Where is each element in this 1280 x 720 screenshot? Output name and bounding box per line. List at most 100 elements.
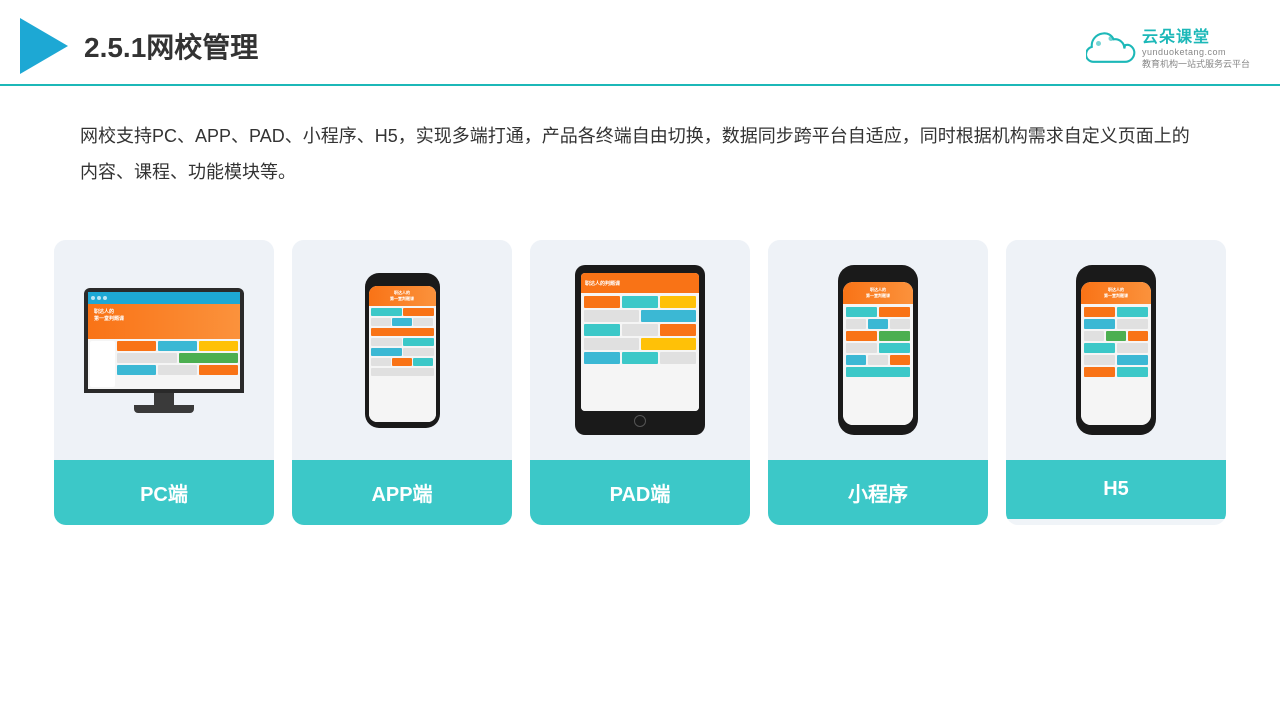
phone-lg-block: [890, 319, 910, 329]
tablet-block: [660, 352, 696, 364]
phone-body: [369, 306, 436, 422]
card-h5-image: 职达人的第一堂判题课: [1006, 240, 1226, 460]
phone-block: [403, 338, 434, 346]
phone-block: [392, 318, 412, 326]
nav-dot: [97, 296, 101, 300]
phone-lg-header-h5: 职达人的第一堂判题课: [1081, 282, 1151, 304]
banner-text: 职达人的第一堂判题课: [94, 308, 124, 322]
phone-block: [413, 358, 433, 366]
phone-lg-block: [846, 343, 877, 353]
phone-lg-block: [1117, 343, 1148, 353]
card-row: [117, 365, 238, 375]
phone-block: [371, 308, 402, 316]
monitor-screen: 职达人的第一堂判题课: [88, 292, 240, 389]
card-row: [117, 353, 238, 363]
pc-mockup: 职达人的第一堂判题课: [84, 288, 244, 413]
phone-block: [371, 348, 402, 356]
phone-block: [403, 348, 434, 356]
tablet-block: [584, 296, 620, 308]
monitor-stand: [154, 393, 174, 405]
phone-lg-row: [1084, 331, 1148, 341]
phone-lg-row: [846, 331, 910, 341]
card-app-image: 职达人的第一堂判题课: [292, 240, 512, 460]
phone-lg-block: [879, 307, 910, 317]
phone-lg-block: [1084, 319, 1115, 329]
nav-dot: [91, 296, 95, 300]
card-block: [117, 341, 156, 351]
phone-lg-row: [1084, 319, 1148, 329]
tablet-screen: 职达人的判题课: [581, 273, 699, 411]
nav-dot: [103, 296, 107, 300]
screen-nav: [88, 292, 240, 304]
phone-lg-block: [890, 355, 910, 365]
phone-lg-row: [1084, 355, 1148, 365]
card-block: [199, 365, 238, 375]
phone-lg-block: [846, 355, 866, 365]
brand-logo: 云朵课堂 yunduoketang.com 教育机构一站式服务云平台: [1086, 23, 1250, 70]
card-h5-label: H5: [1006, 460, 1226, 519]
page-title: 2.5.1网校管理: [84, 26, 258, 66]
phone-lg-row: [1084, 307, 1148, 317]
card-pad-label: PAD端: [530, 460, 750, 525]
card-block: [158, 341, 197, 351]
tablet-block: [660, 324, 696, 336]
phone-lg-block: [1084, 307, 1115, 317]
phone-block: [392, 358, 412, 366]
card-miniprogram: 职达人的第一堂判题课: [768, 240, 988, 525]
miniprogram-mockup: 职达人的第一堂判题课: [838, 265, 918, 435]
brand-text: 云朵课堂 yunduoketang.com 教育机构一站式服务云平台: [1142, 23, 1250, 70]
card-block: [199, 341, 238, 351]
monitor-body: 职达人的第一堂判题课: [84, 288, 244, 393]
phone-block: [413, 318, 433, 326]
phone-lg-block: [868, 355, 888, 365]
tablet-block: [584, 310, 639, 322]
phone-lg-block: [879, 331, 910, 341]
tablet-row: [584, 296, 696, 308]
tablet-row: [584, 310, 696, 322]
phone-row: [371, 308, 434, 316]
phone-row: [371, 318, 434, 326]
phone-lg-row: [846, 343, 910, 353]
screen-body: [88, 339, 240, 389]
phone-lg-block: [1117, 355, 1148, 365]
phone-lg-row: [846, 367, 910, 377]
card-miniprogram-label: 小程序: [768, 460, 988, 525]
card-pc: 职达人的第一堂判题课: [54, 240, 274, 525]
phone-lg-block: [1084, 355, 1115, 365]
phone-row: [371, 368, 434, 376]
tablet-row: [584, 338, 696, 350]
phone-lg-block: [1084, 367, 1115, 377]
tablet-body: [581, 293, 699, 411]
brand-name: 云朵课堂: [1142, 23, 1210, 47]
phone-lg-row: [846, 319, 910, 329]
tablet-block: [622, 352, 658, 364]
phone-lg-block: [846, 307, 877, 317]
tablet-row: [584, 324, 696, 336]
phone-lg-block: [868, 319, 888, 329]
pad-mockup: 职达人的判题课: [575, 265, 705, 435]
tablet-home-button: [634, 415, 646, 427]
phone-lg-block: [1117, 319, 1148, 329]
phone-lg-row: [1084, 343, 1148, 353]
phone-lg-row: [1084, 367, 1148, 377]
tablet-block: [622, 324, 658, 336]
phone-lg-notch-h5: [1104, 273, 1129, 279]
tablet-header-text: 职达人的判题课: [585, 280, 620, 287]
phone-block: [371, 358, 391, 366]
page-header: 2.5.1网校管理 云朵课堂 yunduoketang.com 教育机构一站式服…: [0, 0, 1280, 86]
phone-block: [371, 328, 434, 336]
card-h5: 职达人的第一堂判题课: [1006, 240, 1226, 525]
phone-lg-block: [846, 367, 910, 377]
phone-lg-row: [846, 355, 910, 365]
tablet-block: [641, 338, 696, 350]
phone-block: [403, 308, 434, 316]
phone-row: [371, 338, 434, 346]
card-app-label: APP端: [292, 460, 512, 525]
phone-row: [371, 328, 434, 336]
phone-block: [371, 368, 434, 376]
tablet-block: [584, 352, 620, 364]
card-block: [179, 353, 239, 363]
monitor-base: [134, 405, 194, 413]
screen-banner: 职达人的第一堂判题课: [88, 304, 240, 339]
phone-notch: [392, 279, 412, 284]
